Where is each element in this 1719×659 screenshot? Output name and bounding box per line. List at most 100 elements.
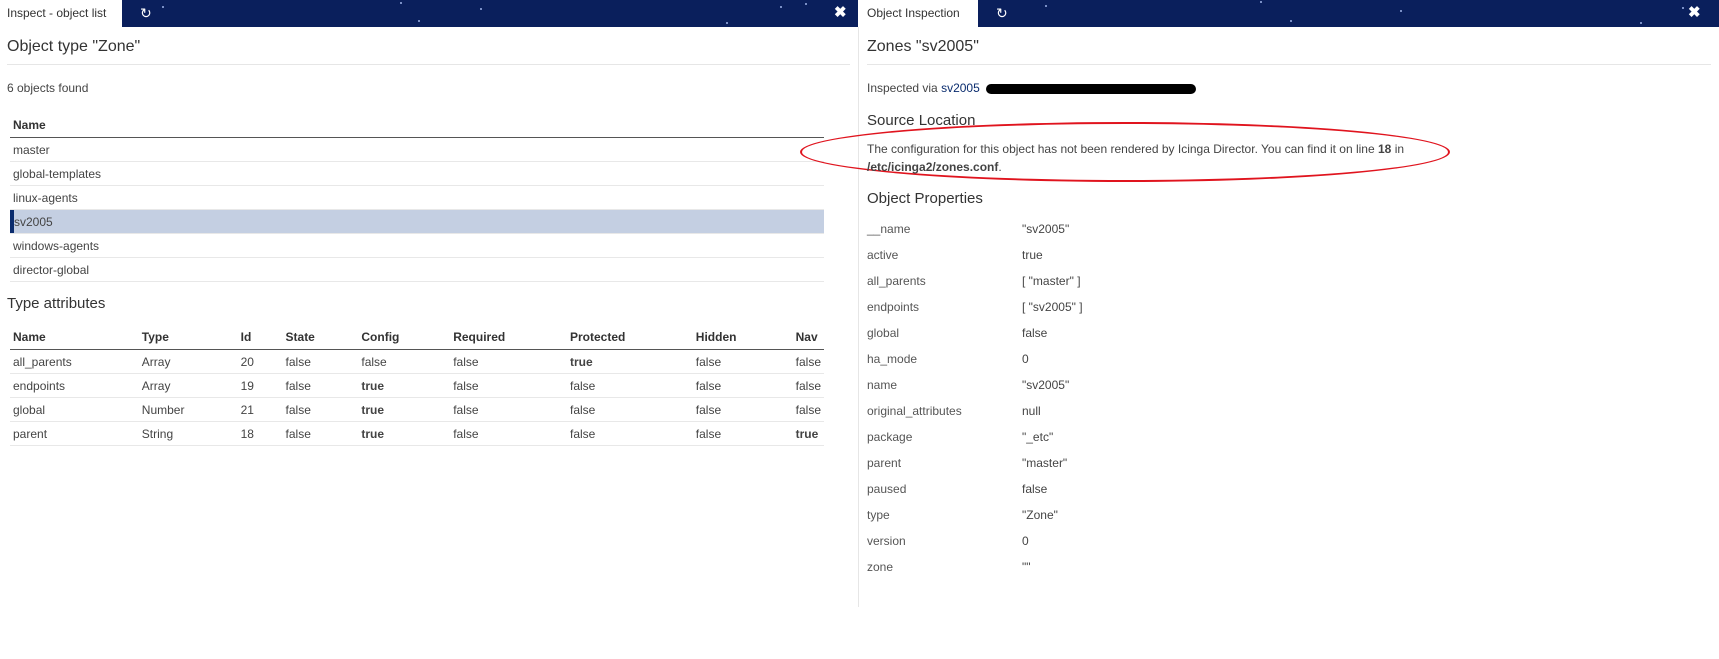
attr-state: false xyxy=(282,397,359,422)
column-header-required: Required xyxy=(450,325,567,350)
property-name: ha_mode xyxy=(867,352,918,366)
source-in: in xyxy=(1394,142,1405,156)
tab-inspect-object-list[interactable]: Inspect - object list xyxy=(0,0,122,27)
property-value: false xyxy=(1022,482,1048,496)
redaction-bar xyxy=(986,83,1197,94)
property-value: "_etc" xyxy=(1022,430,1054,444)
close-icon[interactable]: ✖ xyxy=(1688,4,1701,22)
attr-protected: false xyxy=(567,421,693,446)
property-value: true xyxy=(1022,248,1043,262)
attr-name: parent xyxy=(10,421,139,446)
attr-state: false xyxy=(282,373,359,398)
page-title: Zones "sv2005" xyxy=(867,38,1711,65)
table-row: global Number 21 false true false false … xyxy=(10,397,824,422)
attr-config: false xyxy=(358,349,451,374)
property-name: endpoints xyxy=(867,300,920,314)
object-name[interactable]: master xyxy=(10,137,824,162)
endpoint-link[interactable]: sv2005 xyxy=(941,81,980,95)
attr-required: false xyxy=(450,373,567,398)
tab-label: Object Inspection xyxy=(867,6,960,20)
type-attributes-heading: Type attributes xyxy=(7,295,106,312)
object-name[interactable]: sv2005 xyxy=(10,209,824,234)
property-name: global xyxy=(867,326,900,340)
table-row[interactable]: master xyxy=(10,137,824,162)
object-name[interactable]: linux-agents xyxy=(10,185,824,210)
refresh-icon[interactable]: ↻ xyxy=(996,5,1008,21)
property-value: 0 xyxy=(1022,352,1029,366)
attr-nav: false xyxy=(792,397,824,422)
object-name[interactable]: windows-agents xyxy=(10,233,824,258)
object-name[interactable]: director-global xyxy=(10,257,824,282)
attr-nav: false xyxy=(792,349,824,374)
attr-protected: true xyxy=(567,349,693,374)
property-name: __name xyxy=(867,222,911,236)
property-name: version xyxy=(867,534,906,548)
attr-hidden: false xyxy=(692,397,793,422)
property-value: null xyxy=(1022,404,1041,418)
table-row[interactable]: windows-agents xyxy=(10,233,824,258)
property-name: active xyxy=(867,248,899,262)
property-value: [ "sv2005" ] xyxy=(1022,300,1083,314)
attr-state: false xyxy=(282,349,359,374)
left-tab-bar: Inspect - object list ↻ ✖ xyxy=(0,0,858,27)
attr-name: global xyxy=(10,397,139,422)
column-header-state: State xyxy=(282,325,359,350)
tab-label: Inspect - object list xyxy=(7,6,107,20)
attr-nav: false xyxy=(792,373,824,398)
source-location-text: The configuration for this object has no… xyxy=(867,142,1405,174)
property-value: false xyxy=(1022,326,1048,340)
column-header-type: Type xyxy=(138,325,238,350)
attr-id: 19 xyxy=(237,373,283,398)
objects-count: 6 objects found xyxy=(7,81,89,95)
attr-required: false xyxy=(450,349,567,374)
attr-state: false xyxy=(282,421,359,446)
table-row[interactable]: global-templates xyxy=(10,161,824,186)
property-name: paused xyxy=(867,482,907,496)
inspected-via-label: Inspected via xyxy=(867,81,938,95)
property-name: zone xyxy=(867,560,894,574)
property-name: original_attributes xyxy=(867,404,962,418)
property-value: "sv2005" xyxy=(1022,378,1070,392)
attr-config: true xyxy=(358,373,451,398)
attr-type: String xyxy=(138,421,238,446)
object-properties-heading: Object Properties xyxy=(867,190,983,207)
attr-required: false xyxy=(450,421,567,446)
table-row: endpoints Array 19 false true false fals… xyxy=(10,373,824,398)
property-value: "master" xyxy=(1022,456,1068,470)
attr-type: Number xyxy=(138,397,238,422)
property-name: parent xyxy=(867,456,902,470)
table-row-selected[interactable]: sv2005 xyxy=(10,209,824,234)
property-name: name xyxy=(867,378,898,392)
attr-config: true xyxy=(358,397,451,422)
property-value: "Zone" xyxy=(1022,508,1058,522)
object-name[interactable]: global-templates xyxy=(10,161,824,186)
object-inspection-pane: Object Inspection ↻ ✖ Zones "sv2005" Ins… xyxy=(800,0,1719,659)
column-header-protected: Protected xyxy=(567,325,693,350)
attr-id: 18 xyxy=(237,421,283,446)
attr-required: false xyxy=(450,397,567,422)
property-name: type xyxy=(867,508,890,522)
property-value: 0 xyxy=(1022,534,1029,548)
source-line-number: 18 xyxy=(1378,142,1392,156)
pane-divider xyxy=(858,27,859,607)
attr-name: endpoints xyxy=(10,373,139,398)
source-description: The configuration for this object has no… xyxy=(867,142,1375,156)
close-icon[interactable]: ✖ xyxy=(834,4,847,22)
tab-object-inspection[interactable]: Object Inspection xyxy=(860,0,978,27)
table-row[interactable]: director-global xyxy=(10,257,824,282)
refresh-icon[interactable]: ↻ xyxy=(140,5,152,21)
column-header-name: Name xyxy=(10,113,824,138)
property-value: "sv2005" xyxy=(1022,222,1070,236)
attr-protected: false xyxy=(567,373,693,398)
attr-name: all_parents xyxy=(10,349,139,374)
type-attributes-table: Name Type Id State Config Required Prote… xyxy=(10,325,824,446)
right-tab-bar: Object Inspection ↻ ✖ xyxy=(860,0,1719,27)
table-row: all_parents Array 20 false false false t… xyxy=(10,349,824,374)
table-row: parent String 18 false true false false … xyxy=(10,421,824,446)
inspected-via: Inspected via sv2005 xyxy=(867,81,1197,95)
attr-type: Array xyxy=(138,373,238,398)
object-list-table: Name master global-templates linux-agent… xyxy=(10,113,824,282)
property-value: "" xyxy=(1022,560,1031,574)
column-header-nav: Nav xyxy=(792,325,824,350)
table-row[interactable]: linux-agents xyxy=(10,185,824,210)
